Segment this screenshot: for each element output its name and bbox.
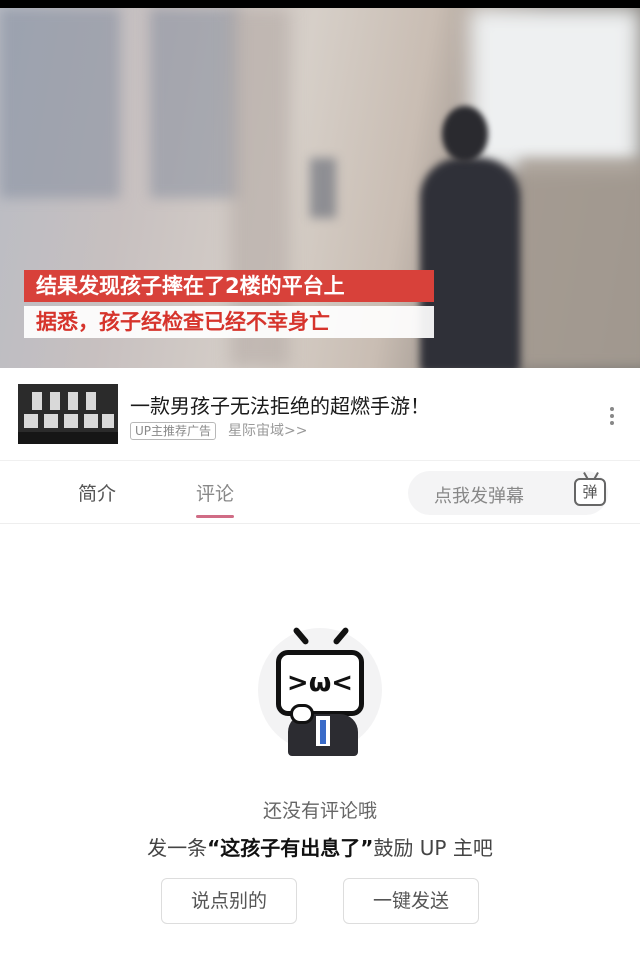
empty-prompt-quote: “这孩子有出息了” [207, 836, 374, 860]
mascot-tie-icon [320, 720, 326, 744]
one-click-send-button[interactable]: 一键发送 [343, 878, 479, 924]
tab-intro[interactable]: 简介 [78, 479, 116, 506]
video-bg-figure [310, 158, 336, 218]
danmaku-toggle-icon[interactable]: 弹 [574, 478, 606, 506]
mascot-tv-icon: >ω< [276, 650, 364, 716]
video-person-head [442, 106, 488, 162]
tab-active-indicator [196, 515, 234, 518]
ad-card[interactable]: 一款男孩子无法拒绝的超燃手游！ UP主推荐广告 星际宙域>> [0, 368, 640, 460]
ad-thumbnail[interactable] [18, 384, 118, 444]
video-person [420, 158, 520, 368]
status-bar [0, 0, 640, 8]
video-bg-railing [520, 158, 640, 368]
empty-prompt-prefix: 发一条 [147, 836, 208, 860]
tab-comment[interactable]: 评论 [196, 479, 234, 506]
ad-link[interactable]: 星际宙域>> [228, 422, 307, 440]
mascot-face-icon: >ω< [286, 668, 354, 698]
empty-prompt-suffix: 鼓励 UP 主吧 [373, 836, 493, 860]
say-something-else-button[interactable]: 说点别的 [161, 878, 297, 924]
video-bg-window [150, 8, 240, 198]
mascot-hand-icon [290, 704, 314, 724]
empty-prompt: 发一条“这孩子有出息了”鼓励 UP 主吧 [0, 832, 640, 861]
more-vertical-icon[interactable] [604, 404, 620, 428]
ad-badge: UP主推荐广告 [130, 422, 217, 440]
video-caption-line2: 据悉，孩子经检查已经不幸身亡 [24, 306, 434, 338]
video-bg-window [0, 8, 120, 198]
video-bg-sky [470, 8, 640, 168]
danmaku-placeholder: 点我发弹幕 [434, 486, 524, 507]
empty-title: 还没有评论哦 [262, 800, 377, 822]
video-player[interactable]: 结果发现孩子摔在了2楼的平台上 据悉，孩子经检查已经不幸身亡 [0, 8, 640, 368]
divider [0, 523, 640, 524]
tab-bar: 简介 评论 点我发弹幕 弹 [0, 460, 640, 524]
video-caption-line1: 结果发现孩子摔在了2楼的平台上 [24, 270, 434, 302]
ad-title[interactable]: 一款男孩子无法拒绝的超燃手游！ [130, 390, 430, 419]
